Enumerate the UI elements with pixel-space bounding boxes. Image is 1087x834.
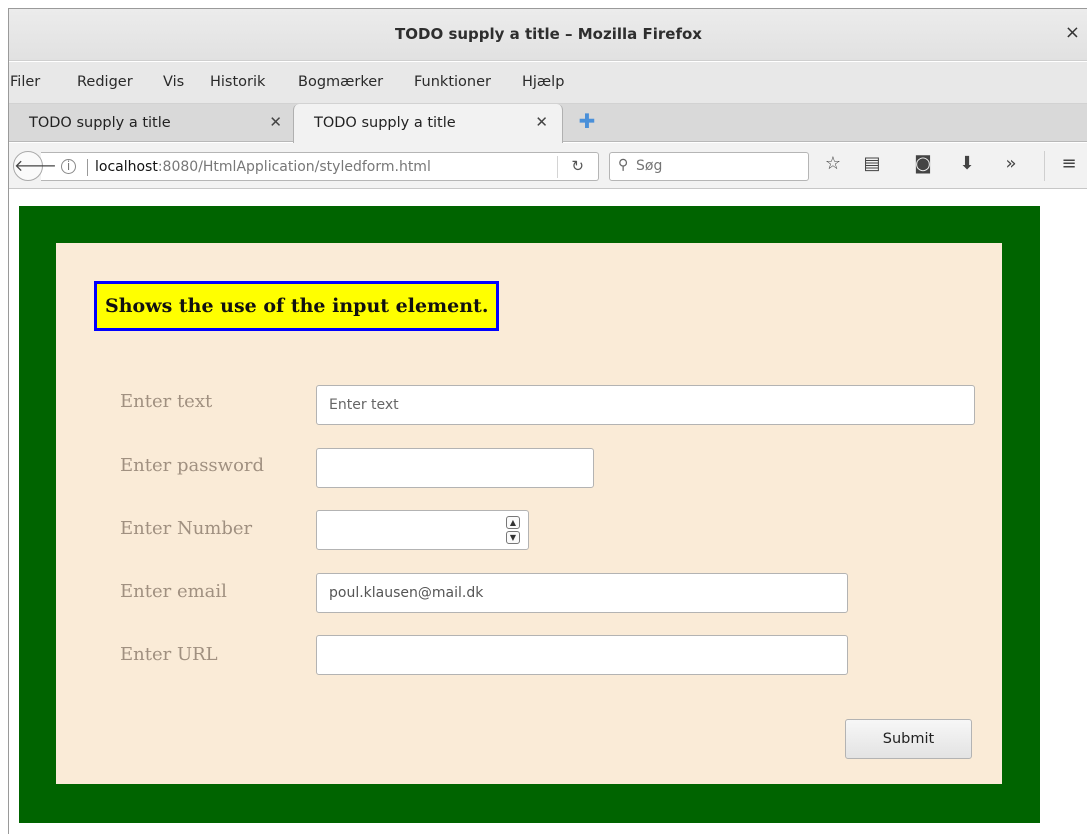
browser-window: TODO supply a title – Mozilla Firefox × … [8, 8, 1087, 834]
url-input[interactable] [316, 635, 848, 675]
menu-item-hjaelp[interactable]: Hjælp [522, 74, 564, 90]
window-title: TODO supply a title – Mozilla Firefox [395, 25, 702, 43]
tab-active[interactable]: TODO supply a title ✕ [293, 104, 563, 143]
url-path: :8080/HtmlApplication/styledform.html [157, 159, 431, 175]
menu-bar: Filer Rediger Vis Historik Bogmærker Fun… [9, 62, 1087, 104]
url-bar[interactable]: i localhost:8080/HtmlApplication/styledf… [41, 152, 599, 181]
back-icon[interactable]: 🡐 [13, 151, 57, 181]
number-spinner[interactable]: ▲ ▼ [506, 516, 520, 544]
tab-bar: TODO supply a title ✕ TODO supply a titl… [9, 104, 1087, 143]
toolbar-separator [1044, 151, 1045, 181]
search-bar[interactable]: ⚲ [609, 152, 809, 181]
menu-item-funktioner[interactable]: Funktioner [414, 74, 491, 90]
menu-item-historik[interactable]: Historik [210, 74, 265, 90]
tab-close-icon[interactable]: ✕ [269, 113, 282, 131]
tab-label: TODO supply a title [314, 115, 456, 131]
window-close-icon[interactable]: × [1065, 22, 1080, 43]
text-label: Enter text [120, 391, 213, 412]
number-input[interactable]: ▲ ▼ [316, 510, 529, 550]
menu-item-rediger[interactable]: Rediger [77, 74, 133, 90]
window-titlebar: TODO supply a title – Mozilla Firefox × [9, 9, 1087, 61]
download-icon[interactable]: ⬇ [955, 153, 979, 174]
tab-label: TODO supply a title [29, 115, 171, 131]
search-icon: ⚲ [618, 157, 629, 173]
bookmark-star-icon[interactable]: ☆ [821, 153, 845, 174]
new-tab-plus-icon[interactable]: ✚ [576, 110, 598, 132]
email-input[interactable] [316, 573, 848, 613]
menu-item-bogmaerker[interactable]: Bogmærker [298, 74, 383, 90]
pocket-icon[interactable]: ◙ [911, 153, 935, 174]
reader-view-icon[interactable]: ▤ [860, 153, 884, 174]
url-text[interactable]: localhost:8080/HtmlApplication/styledfor… [95, 159, 431, 175]
text-input[interactable] [316, 385, 975, 425]
submit-button[interactable]: Submit [845, 719, 972, 759]
outer-frame: Shows the use of the input element. Ente… [19, 206, 1040, 823]
email-label: Enter email [120, 581, 227, 602]
number-label: Enter Number [120, 518, 253, 539]
page-heading: Shows the use of the input element. [94, 281, 500, 331]
reload-icon[interactable]: ↻ [571, 157, 584, 175]
page-content: Shows the use of the input element. Ente… [9, 190, 1087, 834]
url-separator [87, 159, 88, 176]
search-input[interactable] [636, 158, 796, 174]
spin-down-icon[interactable]: ▼ [506, 531, 520, 544]
info-icon[interactable]: i [61, 159, 76, 174]
reload-separator [557, 156, 558, 178]
url-host: localhost [95, 159, 158, 175]
password-input[interactable] [316, 448, 594, 488]
spin-up-icon[interactable]: ▲ [506, 516, 520, 529]
navigation-toolbar: i localhost:8080/HtmlApplication/styledf… [9, 143, 1087, 189]
overflow-icon[interactable]: » [999, 153, 1023, 174]
menu-item-filer[interactable]: Filer [10, 74, 40, 90]
hamburger-menu-icon[interactable]: ≡ [1057, 153, 1081, 174]
url-label: Enter URL [120, 644, 218, 665]
form-panel: Shows the use of the input element. Ente… [56, 243, 1002, 784]
tab-inactive[interactable]: TODO supply a title ✕ [9, 104, 296, 142]
tab-close-icon[interactable]: ✕ [535, 113, 548, 131]
password-label: Enter password [120, 455, 265, 476]
menu-item-vis[interactable]: Vis [163, 74, 184, 90]
